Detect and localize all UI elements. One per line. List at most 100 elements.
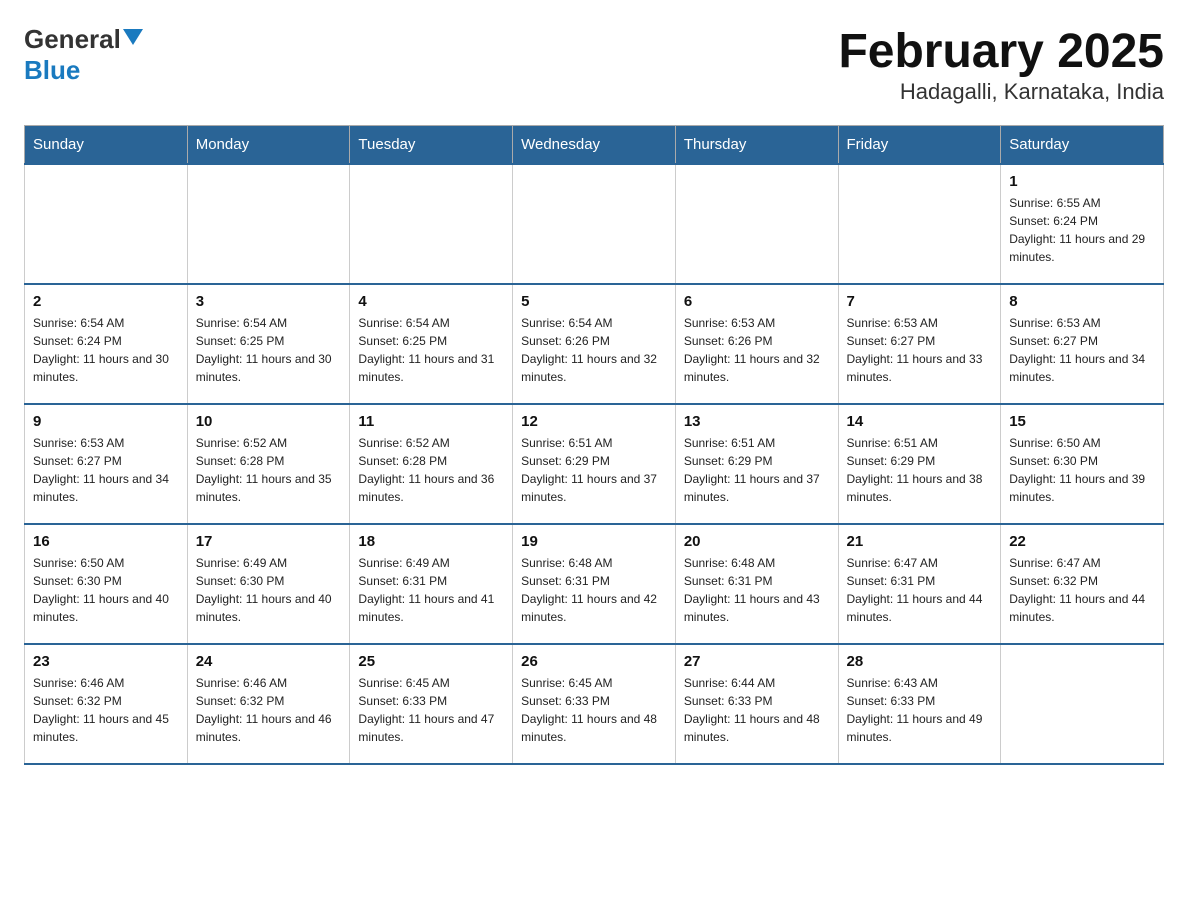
day-info: Sunrise: 6:54 AM Sunset: 6:24 PM Dayligh… — [33, 314, 179, 386]
day-number: 20 — [684, 533, 830, 550]
table-row: 5 Sunrise: 6:54 AM Sunset: 6:26 PM Daylig… — [513, 284, 676, 404]
day-info: Sunrise: 6:47 AM Sunset: 6:31 PM Dayligh… — [847, 554, 993, 626]
day-number: 25 — [358, 653, 504, 670]
day-number: 23 — [33, 653, 179, 670]
calendar-week-row: 16 Sunrise: 6:50 AM Sunset: 6:30 PM Dayli… — [25, 524, 1164, 644]
day-info: Sunrise: 6:50 AM Sunset: 6:30 PM Dayligh… — [33, 554, 179, 626]
table-row: 27Sunrise: 6:44 AM Sunset: 6:33 PM Dayli… — [675, 644, 838, 764]
col-thursday: Thursday — [675, 126, 838, 165]
col-tuesday: Tuesday — [350, 126, 513, 165]
day-number: 17 — [196, 533, 342, 550]
calendar-subtitle: Hadagalli, Karnataka, India — [838, 79, 1164, 105]
table-row — [1001, 644, 1164, 764]
day-number: 2 — [33, 293, 179, 310]
table-row: 4 Sunrise: 6:54 AM Sunset: 6:25 PM Daylig… — [350, 284, 513, 404]
col-monday: Monday — [187, 126, 350, 165]
title-area: February 2025 Hadagalli, Karnataka, Indi… — [838, 24, 1164, 105]
table-row: 20 Sunrise: 6:48 AM Sunset: 6:31 PM Dayli… — [675, 524, 838, 644]
day-number: 16 — [33, 533, 179, 550]
day-number: 18 — [358, 533, 504, 550]
day-info: Sunrise: 6:48 AM Sunset: 6:31 PM Dayligh… — [684, 554, 830, 626]
day-number: 1 — [1009, 173, 1155, 190]
table-row — [838, 164, 1001, 284]
day-number: 28 — [847, 653, 993, 670]
table-row: 9Sunrise: 6:53 AM Sunset: 6:27 PM Daylig… — [25, 404, 188, 524]
day-number: 19 — [521, 533, 667, 550]
day-info: Sunrise: 6:46 AM Sunset: 6:32 PM Dayligh… — [196, 674, 342, 746]
day-info: Sunrise: 6:45 AM Sunset: 6:33 PM Dayligh… — [521, 674, 667, 746]
day-number: 15 — [1009, 413, 1155, 430]
table-row: 17 Sunrise: 6:49 AM Sunset: 6:30 PM Dayli… — [187, 524, 350, 644]
table-row: 28 Sunrise: 6:43 AM Sunset: 6:33 PM Dayli… — [838, 644, 1001, 764]
table-row: 22 Sunrise: 6:47 AM Sunset: 6:32 PM Dayli… — [1001, 524, 1164, 644]
table-row: 6 Sunrise: 6:53 AM Sunset: 6:26 PM Daylig… — [675, 284, 838, 404]
day-info: Sunrise: 6:49 AM Sunset: 6:31 PM Dayligh… — [358, 554, 504, 626]
logo-text-general: General — [24, 24, 121, 55]
table-row: 21 Sunrise: 6:47 AM Sunset: 6:31 PM Dayli… — [838, 524, 1001, 644]
day-info: Sunrise: 6:48 AM Sunset: 6:31 PM Dayligh… — [521, 554, 667, 626]
day-number: 11 — [358, 413, 504, 430]
day-info: Sunrise: 6:52 AM Sunset: 6:28 PM Dayligh… — [358, 434, 504, 506]
table-row — [675, 164, 838, 284]
day-info: Sunrise: 6:43 AM Sunset: 6:33 PM Dayligh… — [847, 674, 993, 746]
table-row: 7 Sunrise: 6:53 AM Sunset: 6:27 PM Daylig… — [838, 284, 1001, 404]
day-info: Sunrise: 6:53 AM Sunset: 6:27 PM Dayligh… — [847, 314, 993, 386]
day-info: Sunrise: 6:54 AM Sunset: 6:25 PM Dayligh… — [358, 314, 504, 386]
day-number: 7 — [847, 293, 993, 310]
table-row: 24 Sunrise: 6:46 AM Sunset: 6:32 PM Dayli… — [187, 644, 350, 764]
day-info: Sunrise: 6:51 AM Sunset: 6:29 PM Dayligh… — [684, 434, 830, 506]
table-row: 10 Sunrise: 6:52 AM Sunset: 6:28 PM Dayli… — [187, 404, 350, 524]
day-number: 5 — [521, 293, 667, 310]
day-info: Sunrise: 6:53 AM Sunset: 6:26 PM Dayligh… — [684, 314, 830, 386]
col-friday: Friday — [838, 126, 1001, 165]
table-row: 16 Sunrise: 6:50 AM Sunset: 6:30 PM Dayli… — [25, 524, 188, 644]
day-number: 13 — [684, 413, 830, 430]
table-row: 19 Sunrise: 6:48 AM Sunset: 6:31 PM Dayli… — [513, 524, 676, 644]
table-row: 15 Sunrise: 6:50 AM Sunset: 6:30 PM Dayli… — [1001, 404, 1164, 524]
table-row: 8 Sunrise: 6:53 AM Sunset: 6:27 PM Daylig… — [1001, 284, 1164, 404]
table-row — [187, 164, 350, 284]
day-info: Sunrise: 6:53 AM Sunset: 6:27 PM Dayligh… — [1009, 314, 1155, 386]
col-sunday: Sunday — [25, 126, 188, 165]
day-info: Sunrise: 6:46 AM Sunset: 6:32 PM Dayligh… — [33, 674, 179, 746]
col-saturday: Saturday — [1001, 126, 1164, 165]
table-row — [350, 164, 513, 284]
day-number: 24 — [196, 653, 342, 670]
day-info: Sunrise: 6:44 AM Sunset: 6:33 PM Dayligh… — [684, 674, 830, 746]
day-number: 4 — [358, 293, 504, 310]
day-number: 6 — [684, 293, 830, 310]
calendar-week-row: 1 Sunrise: 6:55 AM Sunset: 6:24 PM Daylig… — [25, 164, 1164, 284]
calendar-week-row: 9Sunrise: 6:53 AM Sunset: 6:27 PM Daylig… — [25, 404, 1164, 524]
day-info: Sunrise: 6:52 AM Sunset: 6:28 PM Dayligh… — [196, 434, 342, 506]
day-info: Sunrise: 6:49 AM Sunset: 6:30 PM Dayligh… — [196, 554, 342, 626]
day-info: Sunrise: 6:51 AM Sunset: 6:29 PM Dayligh… — [521, 434, 667, 506]
table-row: 3Sunrise: 6:54 AM Sunset: 6:25 PM Daylig… — [187, 284, 350, 404]
logo-text-blue: Blue — [24, 55, 80, 85]
calendar-header-row: Sunday Monday Tuesday Wednesday Thursday… — [25, 126, 1164, 165]
table-row: 11 Sunrise: 6:52 AM Sunset: 6:28 PM Dayli… — [350, 404, 513, 524]
table-row — [25, 164, 188, 284]
day-info: Sunrise: 6:53 AM Sunset: 6:27 PM Dayligh… — [33, 434, 179, 506]
table-row: 12Sunrise: 6:51 AM Sunset: 6:29 PM Dayli… — [513, 404, 676, 524]
table-row — [513, 164, 676, 284]
calendar-week-row: 2 Sunrise: 6:54 AM Sunset: 6:24 PM Daylig… — [25, 284, 1164, 404]
table-row: 26 Sunrise: 6:45 AM Sunset: 6:33 PM Dayli… — [513, 644, 676, 764]
table-row: 18 Sunrise: 6:49 AM Sunset: 6:31 PM Dayli… — [350, 524, 513, 644]
day-number: 8 — [1009, 293, 1155, 310]
table-row: 13 Sunrise: 6:51 AM Sunset: 6:29 PM Dayli… — [675, 404, 838, 524]
calendar-title: February 2025 — [838, 24, 1164, 79]
day-info: Sunrise: 6:55 AM Sunset: 6:24 PM Dayligh… — [1009, 194, 1155, 266]
day-info: Sunrise: 6:47 AM Sunset: 6:32 PM Dayligh… — [1009, 554, 1155, 626]
day-number: 21 — [847, 533, 993, 550]
day-number: 14 — [847, 413, 993, 430]
day-number: 26 — [521, 653, 667, 670]
calendar-table: Sunday Monday Tuesday Wednesday Thursday… — [24, 125, 1164, 765]
logo-triangle-icon — [123, 27, 143, 47]
table-row: 25 Sunrise: 6:45 AM Sunset: 6:33 PM Dayli… — [350, 644, 513, 764]
day-info: Sunrise: 6:50 AM Sunset: 6:30 PM Dayligh… — [1009, 434, 1155, 506]
day-number: 10 — [196, 413, 342, 430]
day-number: 22 — [1009, 533, 1155, 550]
day-info: Sunrise: 6:45 AM Sunset: 6:33 PM Dayligh… — [358, 674, 504, 746]
day-info: Sunrise: 6:54 AM Sunset: 6:26 PM Dayligh… — [521, 314, 667, 386]
day-info: Sunrise: 6:54 AM Sunset: 6:25 PM Dayligh… — [196, 314, 342, 386]
